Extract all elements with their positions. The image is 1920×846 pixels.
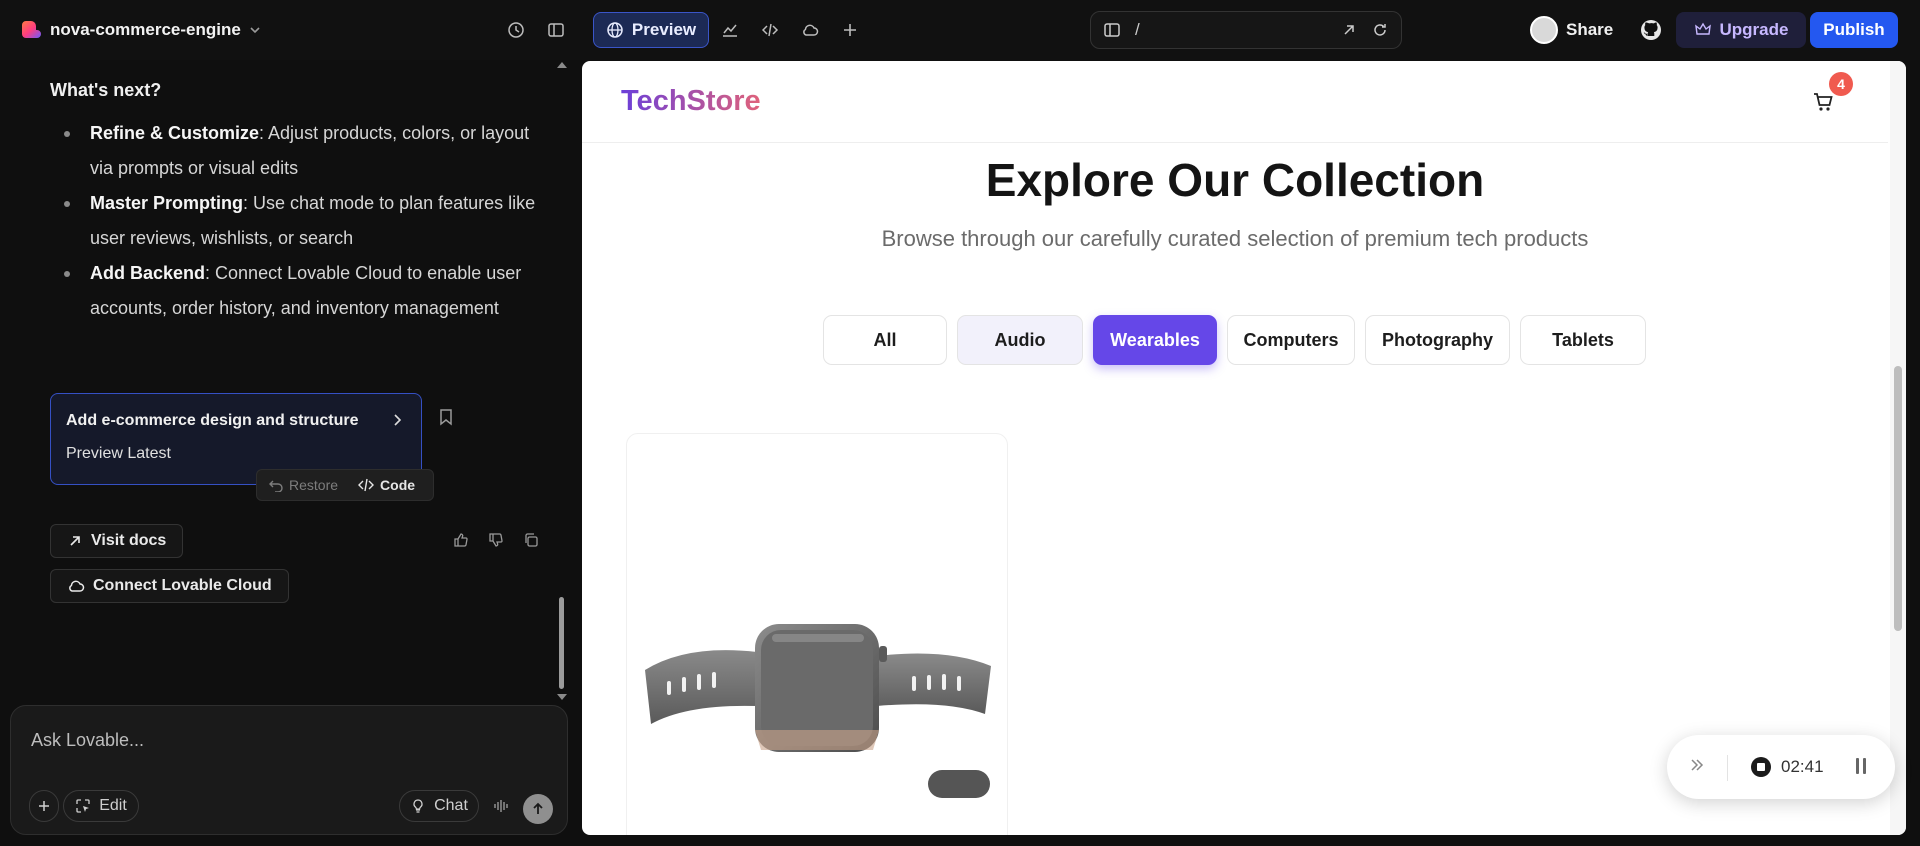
top-bar: nova-commerce-engine Preview / Share Upg… [0, 0, 1920, 60]
filter-audio[interactable]: Audio [957, 315, 1083, 365]
project-name: nova-commerce-engine [50, 20, 241, 39]
collapse-icon[interactable] [1689, 757, 1705, 778]
plus-icon [39, 801, 49, 811]
category-filters: All Audio Wearables Computers Photograph… [823, 315, 1646, 365]
scroll-up-arrow[interactable] [557, 62, 567, 68]
chevron-down-icon [249, 24, 261, 36]
filter-all[interactable]: All [823, 315, 947, 365]
crown-icon [1694, 22, 1711, 35]
share-button[interactable]: Share [1530, 12, 1613, 48]
lovable-logo-icon [20, 19, 42, 41]
github-button[interactable] [1634, 13, 1668, 47]
recording-controls: 02:41 [1667, 735, 1895, 799]
stop-recording-button[interactable] [1751, 757, 1771, 777]
suggestions-list: Refine & Customize: Adjust products, col… [62, 116, 552, 326]
version-actions: Restore Code [256, 469, 434, 501]
chat-scrollbar[interactable] [559, 597, 564, 689]
refresh-icon[interactable] [1371, 21, 1389, 39]
publish-label: Publish [1823, 20, 1885, 39]
chevron-right-icon [389, 412, 405, 433]
avatar [1530, 16, 1558, 44]
connect-cloud-button[interactable]: Connect Lovable Cloud [50, 569, 289, 603]
history-button[interactable] [499, 13, 533, 47]
sidebar-icon [548, 23, 564, 37]
list-item: Refine & Customize: Adjust products, col… [62, 116, 552, 186]
hero-subtitle: Browse through our carefully curated sel… [881, 226, 1589, 251]
cart-count-badge: 4 [1829, 72, 1853, 96]
arrow-up-right-icon [70, 536, 80, 546]
preview-label: Preview [631, 20, 697, 39]
pause-icon[interactable] [1853, 755, 1869, 782]
voice-icon[interactable] [493, 798, 511, 819]
add-view-button[interactable] [833, 13, 867, 47]
list-item: Add Backend: Connect Lovable Cloud to en… [62, 256, 552, 326]
scroll-down-arrow[interactable] [557, 694, 567, 700]
cloud-button[interactable] [793, 13, 827, 47]
share-label: Share [1566, 20, 1614, 39]
preview-button[interactable]: Preview [593, 12, 709, 48]
upgrade-label: Upgrade [1719, 20, 1789, 39]
filter-photography[interactable]: Photography [1365, 315, 1510, 365]
code-view-button[interactable] [753, 13, 787, 47]
code-icon [761, 23, 779, 37]
thumbs-down-icon[interactable] [488, 532, 504, 553]
list-item: Master Prompting: Use chat mode to plan … [62, 186, 552, 256]
history-icon [508, 22, 524, 38]
device-toggle-icon [1104, 23, 1120, 37]
lightbulb-icon [413, 799, 423, 813]
arrow-up-icon [533, 802, 543, 814]
github-icon [1641, 20, 1661, 40]
preview-scroll-thumb[interactable] [1894, 366, 1902, 631]
site-navbar: TechStore 4 [582, 61, 1888, 143]
url-path: / [1135, 20, 1140, 39]
product-badge [928, 770, 990, 798]
filter-wearables[interactable]: Wearables [1093, 315, 1217, 365]
recording-timer: 02:41 [1781, 757, 1824, 776]
preview-scrollbar[interactable] [1890, 61, 1906, 835]
project-switcher[interactable]: nova-commerce-engine [20, 18, 261, 42]
cloud-icon [69, 580, 85, 592]
whats-next-heading: What's next? [50, 80, 162, 100]
send-button[interactable] [523, 794, 553, 824]
filter-computers[interactable]: Computers [1227, 315, 1355, 365]
hero-title: Explore Our Collection [985, 154, 1485, 206]
attach-button[interactable] [29, 790, 59, 822]
edit-button[interactable]: Edit [63, 790, 139, 822]
toggle-sidebar-button[interactable] [539, 13, 573, 47]
cloud-icon [803, 24, 819, 36]
composer-input[interactable]: Ask Lovable... [31, 730, 144, 751]
thumbs-up-icon[interactable] [453, 532, 469, 553]
version-title: Add e-commerce design and structure [66, 412, 359, 429]
select-cursor-icon [76, 799, 90, 813]
undo-icon [269, 480, 283, 492]
filter-tablets[interactable]: Tablets [1520, 315, 1646, 365]
site-preview: TechStore 4 Explore Our Collection Brows… [582, 61, 1906, 835]
chat-panel: What's next? Refine & Customize: Adjust … [0, 60, 575, 846]
visit-docs-button[interactable]: Visit docs [50, 524, 184, 558]
bookmark-icon[interactable] [438, 408, 454, 431]
cart-icon[interactable] [1812, 91, 1834, 118]
publish-button[interactable]: Publish [1810, 12, 1898, 48]
chat-mode-button[interactable]: Chat [399, 790, 479, 822]
site-logo[interactable]: TechStore [621, 85, 761, 118]
analytics-button[interactable] [713, 13, 747, 47]
chat-composer[interactable]: Ask Lovable... Edit Chat [10, 705, 568, 835]
divider [1727, 755, 1728, 781]
upgrade-button[interactable]: Upgrade [1676, 12, 1806, 48]
restore-button[interactable]: Restore [269, 477, 338, 493]
open-external-icon[interactable] [1341, 22, 1357, 38]
url-bar[interactable]: / [1090, 11, 1402, 49]
copy-icon[interactable] [523, 532, 539, 553]
code-button[interactable]: Code [358, 477, 415, 493]
preview-latest-label: Preview Latest [66, 445, 171, 462]
plus-icon [844, 24, 856, 36]
globe-icon [607, 22, 623, 38]
code-icon [358, 478, 375, 492]
chart-line-icon [723, 24, 737, 37]
